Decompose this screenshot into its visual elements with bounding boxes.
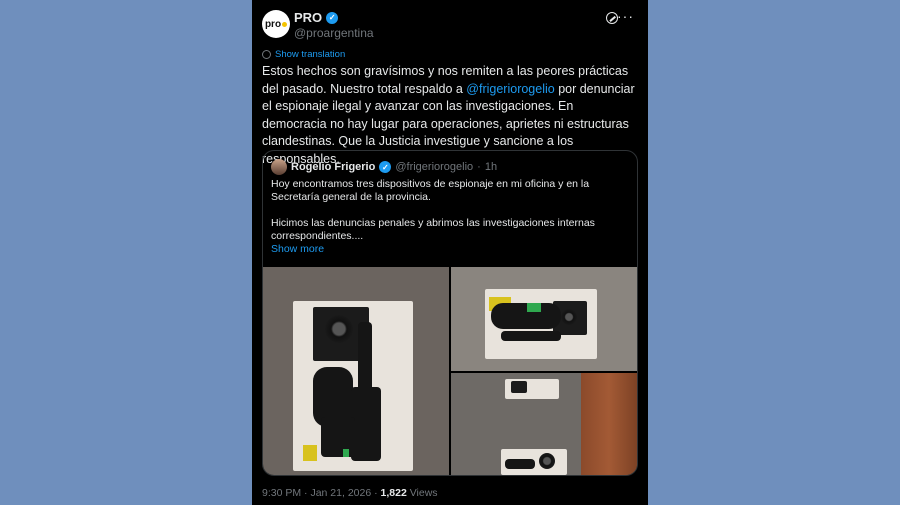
- author-avatar[interactable]: pro: [262, 10, 290, 38]
- quoted-author-handle[interactable]: @frigeriorogelio: [395, 161, 473, 173]
- quoted-tweet-text: Hoy encontramos tres dispositivos de esp…: [271, 178, 626, 256]
- show-translation-label: Show translation: [275, 49, 346, 60]
- show-more-link[interactable]: Show more: [271, 243, 324, 255]
- footer-separator-1: ·: [304, 487, 308, 499]
- quoted-separator: ·: [477, 161, 481, 173]
- avatar-logo-text: pro: [264, 18, 282, 30]
- quoted-time[interactable]: 1h: [485, 161, 497, 173]
- footer-separator-2: ·: [374, 487, 378, 499]
- avatar-logo-dot: [282, 21, 288, 27]
- views-count[interactable]: 1,822: [381, 487, 407, 499]
- quoted-paragraph-1: Hoy encontramos tres dispositivos de esp…: [271, 178, 590, 203]
- tweet-footer: 9:30 PM · Jan 21, 2026 · 1,822 Views: [262, 487, 438, 499]
- verified-badge-icon: ✓: [326, 11, 339, 24]
- quoted-tweet-header: Rogelio Frigerio ✓ @frigeriorogelio · 1h: [271, 159, 497, 175]
- more-options-icon[interactable]: ···: [617, 8, 634, 24]
- spy-device-photo-3[interactable]: [451, 373, 637, 475]
- quoted-author-name[interactable]: Rogelio Frigerio: [291, 161, 375, 173]
- tweet-card: pro PRO ✓ @proargentina ··· Show transla…: [252, 0, 648, 505]
- quoted-paragraph-2: Hicimos las denuncias penales y abrimos …: [271, 217, 595, 242]
- globe-icon: [262, 50, 271, 59]
- spy-device-photo-2[interactable]: [451, 267, 637, 371]
- quoted-tweet[interactable]: Rogelio Frigerio ✓ @frigeriorogelio · 1h…: [262, 150, 638, 476]
- spy-device-photo-1[interactable]: [263, 267, 449, 475]
- tweet-time[interactable]: 9:30 PM: [262, 487, 301, 499]
- author-name-row: PRO ✓: [294, 10, 339, 25]
- mention-link[interactable]: @frigeriorogelio: [466, 82, 554, 96]
- author-handle[interactable]: @proargentina: [294, 26, 374, 40]
- views-label: Views: [409, 487, 438, 499]
- quoted-author-avatar[interactable]: [271, 159, 287, 175]
- author-name[interactable]: PRO: [294, 10, 322, 25]
- verified-badge-icon: ✓: [379, 161, 392, 173]
- show-translation-link[interactable]: Show translation: [262, 49, 345, 60]
- tweet-header: pro PRO ✓ @proargentina ···: [262, 8, 638, 42]
- quoted-media-grid: [263, 267, 637, 475]
- tweet-date[interactable]: Jan 21, 2026: [310, 487, 371, 499]
